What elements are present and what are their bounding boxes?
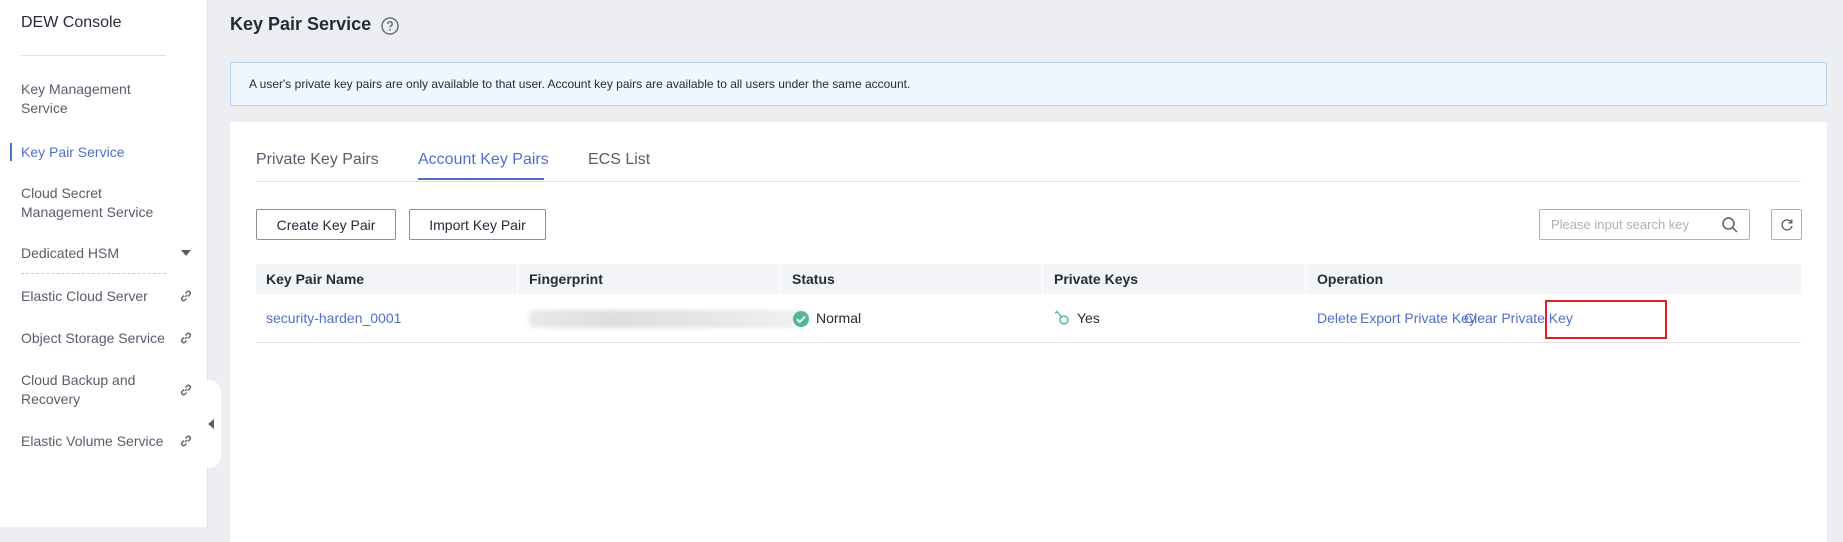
status-text: Normal <box>816 310 862 326</box>
refresh-icon <box>1780 218 1793 231</box>
search-icon[interactable] <box>1721 216 1739 234</box>
sidebar-dashed-separator <box>21 273 166 274</box>
tabs-divider <box>256 181 1801 182</box>
tab-account-key-pairs[interactable]: Account Key Pairs <box>418 151 549 169</box>
chevron-down-icon[interactable] <box>178 245 194 261</box>
column-header-key-pair-name: Key Pair Name <box>266 271 365 287</box>
sidebar-collapse-button[interactable] <box>200 380 221 468</box>
import-key-pair-button[interactable]: Import Key Pair <box>409 209 546 240</box>
caret-left-icon <box>207 419 214 429</box>
active-indicator <box>10 143 12 161</box>
search-box <box>1539 209 1750 240</box>
page-title: Key Pair Service <box>230 14 372 34</box>
sidebar-item-cloud-secret-management-service[interactable]: Cloud Secret Management Service <box>21 184 171 222</box>
sidebar: DEW Console Key Management Service Key P… <box>0 0 208 527</box>
refresh-button[interactable] <box>1771 209 1802 240</box>
sidebar-item-key-pair-service[interactable]: Key Pair Service <box>21 143 171 162</box>
external-link-icon[interactable] <box>178 330 194 346</box>
search-input[interactable] <box>1540 210 1715 239</box>
create-key-pair-button[interactable]: Create Key Pair <box>256 209 396 240</box>
fingerprint-redacted <box>528 310 808 328</box>
column-separator <box>517 264 518 294</box>
export-private-key-link[interactable]: Export Private Key <box>1360 310 1476 326</box>
sidebar-item-cloud-backup-and-recovery[interactable]: Cloud Backup and Recovery <box>21 371 171 409</box>
column-header-private-keys: Private Keys <box>1054 271 1139 287</box>
key-icon <box>1054 310 1069 325</box>
sidebar-item-elastic-volume-service[interactable]: Elastic Volume Service <box>21 432 171 451</box>
column-separator <box>780 264 781 294</box>
external-link-icon[interactable] <box>178 288 194 304</box>
notice-text: A user's private key pairs are only avai… <box>249 77 911 91</box>
delete-link[interactable]: Delete <box>1317 310 1357 326</box>
clear-private-key-link[interactable]: Clear Private Key <box>1464 310 1573 326</box>
sidebar-item-object-storage-service[interactable]: Object Storage Service <box>21 329 171 348</box>
console-title: DEW Console <box>21 14 122 31</box>
private-keys-value: Yes <box>1077 310 1100 326</box>
sidebar-item-dedicated-hsm[interactable]: Dedicated HSM <box>21 244 171 263</box>
sidebar-item-elastic-cloud-server[interactable]: Elastic Cloud Server <box>21 287 171 306</box>
column-header-fingerprint: Fingerprint <box>529 271 603 287</box>
sidebar-divider <box>21 55 166 56</box>
info-notice: A user's private key pairs are only avai… <box>230 62 1827 106</box>
external-link-icon[interactable] <box>178 382 194 398</box>
sidebar-item-key-management-service[interactable]: Key Management Service <box>21 80 171 118</box>
key-pair-name-link[interactable]: security-harden_0001 <box>266 310 401 326</box>
table-header: Key Pair Name Fingerprint Status Private… <box>256 264 1801 294</box>
column-separator <box>1042 264 1043 294</box>
column-header-status: Status <box>792 271 835 287</box>
status-normal-icon <box>793 311 809 327</box>
active-tab-underline <box>418 178 544 180</box>
tab-private-key-pairs[interactable]: Private Key Pairs <box>256 151 379 169</box>
question-circle-icon[interactable] <box>381 17 399 35</box>
column-header-operation: Operation <box>1317 271 1384 287</box>
tab-ecs-list[interactable]: ECS List <box>588 151 650 169</box>
table-row: security-harden_0001 Normal Yes Delete E… <box>256 294 1801 343</box>
main-card: Private Key Pairs Account Key Pairs ECS … <box>230 122 1827 542</box>
external-link-icon[interactable] <box>178 433 194 449</box>
column-separator <box>1305 264 1306 294</box>
